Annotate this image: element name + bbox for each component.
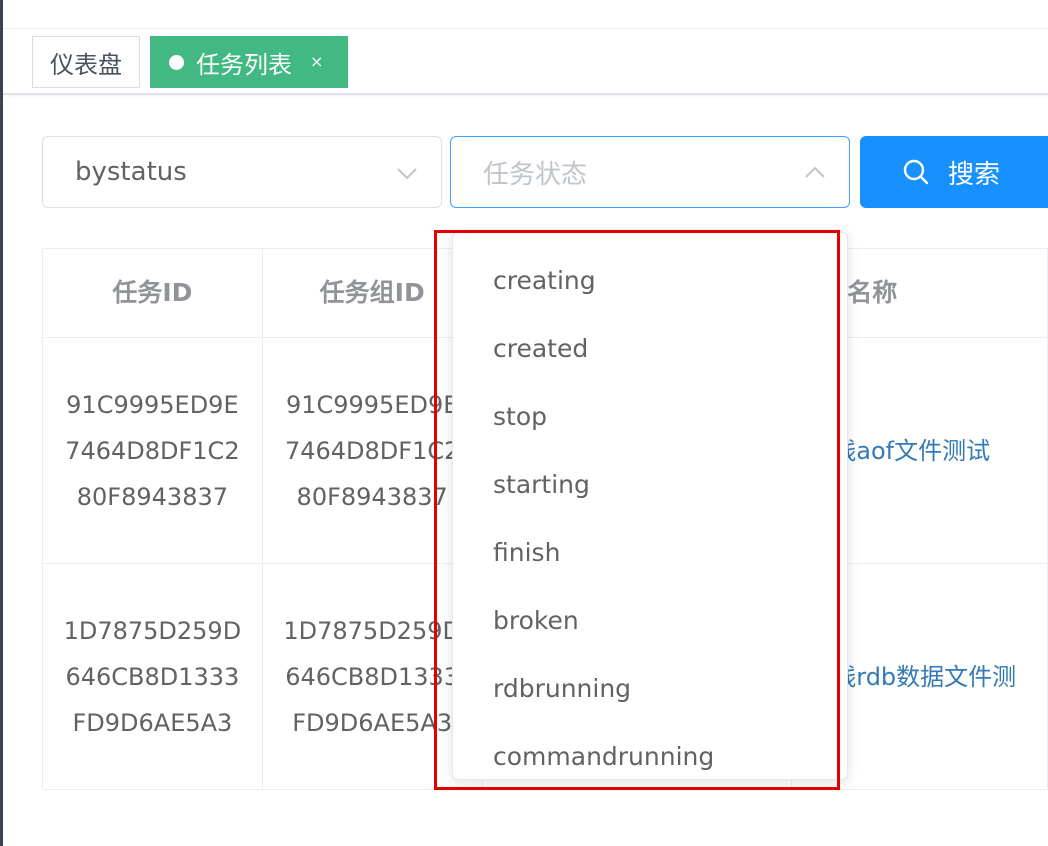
status-option-finish[interactable]: finish — [453, 519, 847, 587]
query-type-select[interactable]: bystatus — [42, 136, 442, 208]
sidebar-edge — [0, 0, 3, 846]
status-options-list: creating created stop starting finish br… — [453, 233, 847, 779]
search-icon — [903, 159, 929, 185]
task-id-cell: 91C9995ED9E7464D8DF1C280F8943837 — [43, 338, 263, 564]
query-type-value: bystatus — [75, 157, 187, 187]
status-option-creating[interactable]: creating — [453, 247, 847, 315]
navbar-divider — [3, 28, 1048, 29]
status-option-rdbrunning[interactable]: rdbrunning — [453, 655, 847, 723]
header-task-id: 任务ID — [43, 249, 263, 338]
task-status-select[interactable]: 任务状态 — [450, 136, 850, 208]
search-button[interactable]: 搜索 — [860, 136, 1048, 208]
task-id-cell: 1D7875D259D646CB8D1333FD9D6AE5A3 — [43, 564, 263, 790]
status-dropdown: creating created stop starting finish br… — [452, 232, 848, 780]
tag-task-list[interactable]: 任务列表 × — [150, 36, 348, 88]
group-id-cell: 1D7875D259D646CB8D1333FD9D6AE5A3 — [262, 564, 483, 790]
status-option-created[interactable]: created — [453, 315, 847, 383]
chevron-up-icon — [805, 166, 825, 178]
tag-task-list-label: 任务列表 — [196, 50, 292, 79]
status-option-commandrunning[interactable]: commandrunning — [453, 723, 847, 779]
status-option-starting[interactable]: starting — [453, 451, 847, 519]
header-group-id: 任务组ID — [262, 249, 483, 338]
active-dot-icon — [169, 54, 184, 70]
status-option-broken[interactable]: broken — [453, 587, 847, 655]
task-status-placeholder: 任务状态 — [483, 159, 588, 190]
status-option-stop[interactable]: stop — [453, 383, 847, 451]
chevron-down-icon — [397, 168, 417, 180]
close-icon[interactable]: × — [310, 54, 323, 70]
search-button-label: 搜索 — [948, 159, 1001, 190]
tag-dashboard[interactable]: 仪表盘 — [32, 36, 140, 88]
tag-dashboard-label: 仪表盘 — [50, 50, 122, 79]
group-id-cell: 91C9995ED9E7464D8DF1C280F8943837 — [262, 338, 483, 564]
